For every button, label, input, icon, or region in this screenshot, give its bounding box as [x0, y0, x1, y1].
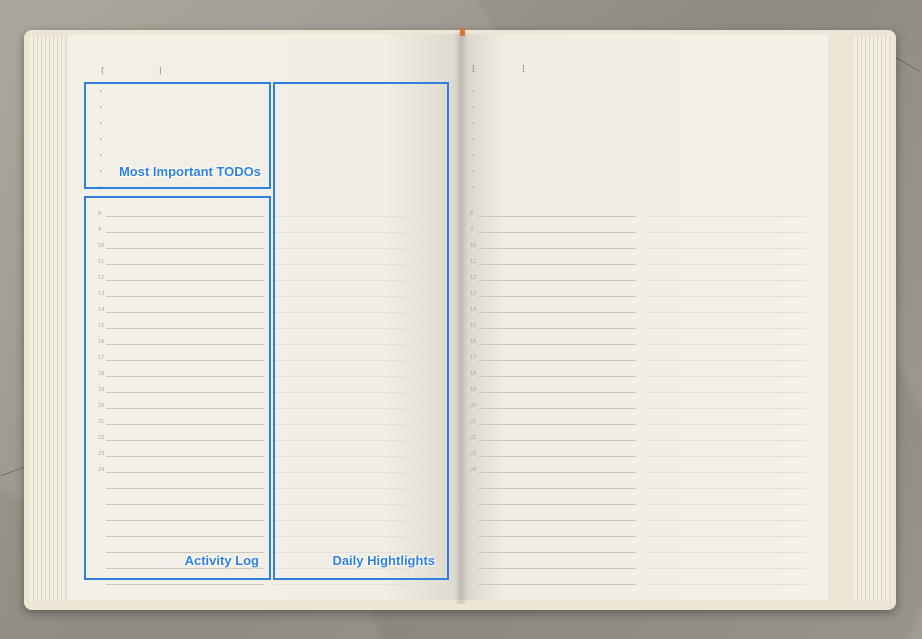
hour-number: 18 — [470, 371, 477, 377]
hour-number: 11 — [470, 259, 477, 265]
todo-dot — [472, 122, 474, 124]
hour-number: 12 — [470, 275, 477, 281]
faint-ruled-line — [646, 520, 806, 521]
hour-number: 8 — [470, 211, 474, 217]
ruled-line — [478, 552, 636, 553]
faint-ruled-line — [646, 536, 806, 537]
faint-ruled-line — [274, 584, 424, 585]
hour-number: 13 — [470, 291, 477, 297]
ruled-line — [478, 232, 636, 233]
page-edges-left — [30, 36, 66, 602]
hour-number: 23 — [470, 451, 477, 457]
ruled-line — [478, 520, 636, 521]
faint-ruled-line — [646, 568, 806, 569]
ruled-line — [478, 440, 636, 441]
hour-number: 21 — [470, 419, 477, 425]
faint-ruled-line — [646, 392, 806, 393]
date-bracket-close: ] — [158, 66, 163, 75]
faint-ruled-line — [646, 408, 806, 409]
ruled-line — [478, 376, 636, 377]
faint-ruled-line — [646, 456, 806, 457]
faint-ruled-line — [646, 280, 806, 281]
todos-zone: Most Important TODOs — [84, 82, 271, 189]
daily-highlights-zone-label: Daily Hightlights — [332, 553, 435, 568]
faint-ruled-line — [646, 584, 806, 585]
todo-dot — [472, 170, 474, 172]
activity-log-zone-label: Activity Log — [184, 553, 259, 568]
faint-ruled-line — [646, 216, 806, 217]
ruled-line — [478, 248, 636, 249]
hour-number: 10 — [470, 243, 477, 249]
hour-number: 9 — [470, 227, 474, 233]
spine-shadow — [454, 32, 468, 604]
date-bracket-open: [ — [471, 64, 476, 73]
hour-number: 20 — [470, 403, 477, 409]
date-bracket-close: ] — [521, 64, 526, 73]
faint-ruled-line — [646, 440, 806, 441]
todo-dot — [472, 154, 474, 156]
ruled-line — [478, 472, 636, 473]
hour-number: 14 — [470, 307, 477, 313]
hour-number: 17 — [470, 355, 477, 361]
ruled-line — [478, 456, 636, 457]
ruled-line — [478, 280, 636, 281]
faint-ruled-line — [646, 424, 806, 425]
ruled-line — [478, 296, 636, 297]
faint-ruled-line — [646, 328, 806, 329]
ruled-line — [478, 488, 636, 489]
ruled-line — [478, 424, 636, 425]
ruled-line — [478, 392, 636, 393]
todo-dot — [472, 90, 474, 92]
ruled-line — [106, 584, 264, 585]
date-bracket-open: [ — [100, 66, 105, 75]
faint-ruled-line — [646, 488, 806, 489]
ruled-line — [478, 328, 636, 329]
faint-ruled-line — [646, 344, 806, 345]
faint-ruled-line — [646, 232, 806, 233]
activity-log-zone: Activity Log — [84, 196, 271, 580]
faint-ruled-line — [646, 360, 806, 361]
ruled-line — [478, 312, 636, 313]
todo-dot — [472, 138, 474, 140]
hour-number: 16 — [470, 339, 477, 345]
ruled-line — [478, 216, 636, 217]
faint-ruled-line — [646, 296, 806, 297]
ruled-line — [478, 536, 636, 537]
faint-ruled-line — [646, 264, 806, 265]
faint-ruled-line — [646, 552, 806, 553]
ruled-line — [478, 360, 636, 361]
faint-ruled-line — [646, 312, 806, 313]
hour-number: 22 — [470, 435, 477, 441]
todo-dot — [472, 106, 474, 108]
daily-highlights-zone: Daily Hightlights — [273, 82, 449, 580]
faint-ruled-line — [646, 504, 806, 505]
bookmark-ribbon — [460, 28, 465, 36]
hour-number: 19 — [470, 387, 477, 393]
ruled-line — [478, 264, 636, 265]
faint-ruled-line — [646, 248, 806, 249]
ruled-line — [478, 584, 636, 585]
faint-ruled-line — [646, 472, 806, 473]
ruled-line — [478, 568, 636, 569]
todo-dot — [472, 186, 474, 188]
right-page: [ ] 8 9 10 11 12 13 14 15 16 17 18 19 20 21 22 23 24 — [460, 34, 828, 600]
ruled-line — [478, 408, 636, 409]
hour-number: 15 — [470, 323, 477, 329]
ruled-line — [478, 344, 636, 345]
hour-number: 24 — [470, 467, 477, 473]
faint-ruled-line — [646, 376, 806, 377]
todos-zone-label: Most Important TODOs — [118, 164, 261, 179]
page-edges-right — [854, 36, 890, 602]
ruled-line — [478, 504, 636, 505]
